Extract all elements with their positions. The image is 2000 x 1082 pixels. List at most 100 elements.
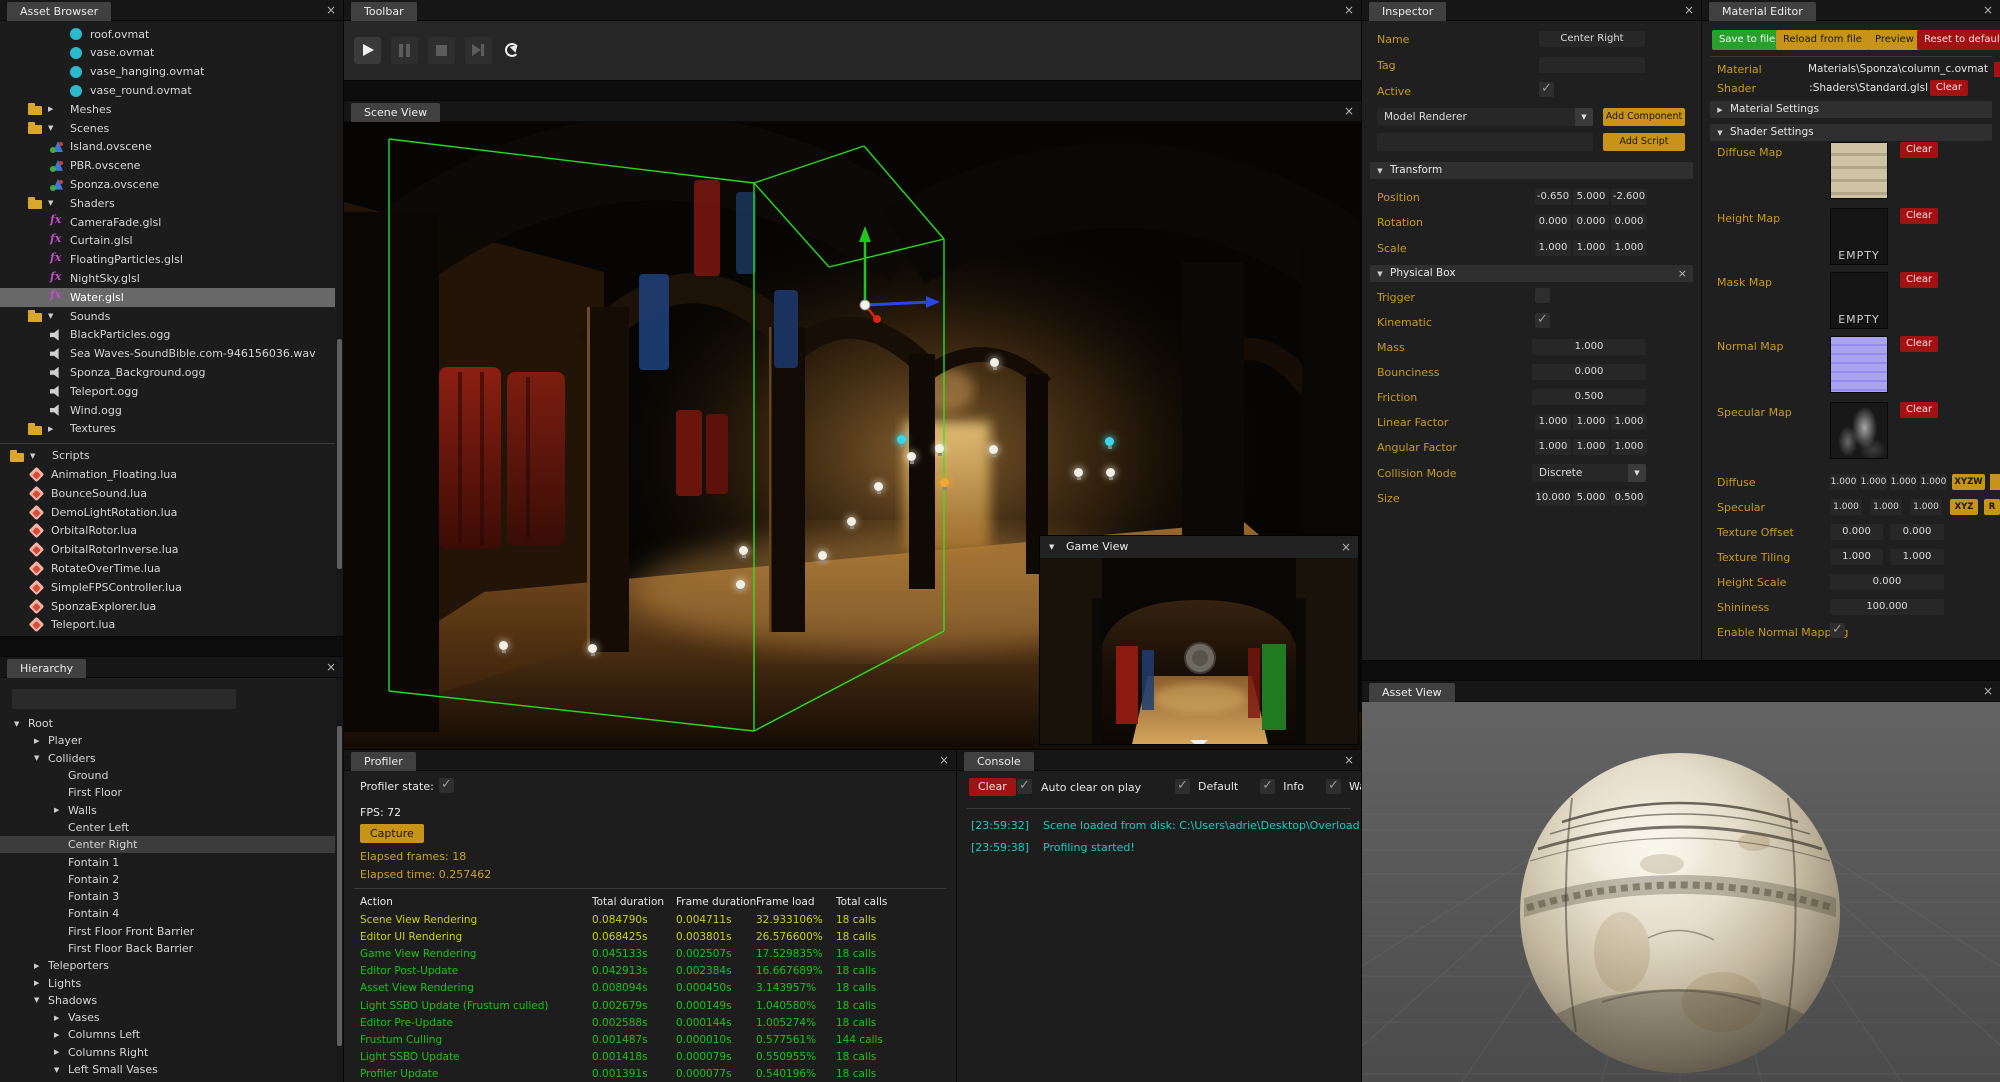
diffuse-z-input[interactable]: 1.000 [1890, 474, 1917, 490]
asset-item[interactable]: roof.ovmat [0, 25, 335, 44]
scale-y-input[interactable]: 1.000 [1573, 240, 1609, 256]
filter-checkbox[interactable] [1326, 779, 1341, 794]
profiler-row[interactable]: Light SSBO Update (Frustum culled) 0.002… [344, 997, 956, 1014]
asset-item[interactable]: Wind.ogg [0, 401, 335, 420]
expand-arrow-icon[interactable]: ▶ [54, 806, 68, 814]
light-gizmo-icon[interactable] [907, 452, 916, 461]
hierarchy-item[interactable]: ▼ Left Small Vases [0, 1061, 335, 1078]
asset-item[interactable]: ▼ Sounds [0, 307, 335, 326]
asset-item[interactable]: RotateOverTime.lua [0, 559, 335, 578]
asset-item[interactable]: Teleport.lua [0, 616, 335, 635]
hierarchy-item[interactable]: ▶ Teleporters [0, 957, 335, 974]
asset-browser-scrollbar[interactable] [336, 21, 343, 636]
specular-swizzle-button[interactable]: XYZ [1950, 499, 1978, 515]
height-map-thumbnail[interactable]: EMPTY [1830, 208, 1888, 265]
light-gizmo-icon[interactable] [874, 482, 883, 491]
asset-item[interactable]: Water.glsl [0, 288, 335, 307]
asset-item[interactable]: Sea Waves-SoundBible.com-946156036.wav [0, 344, 335, 363]
asset-item[interactable]: Sponza_Background.ogg [0, 363, 335, 382]
asset-item[interactable]: vase_hanging.ovmat [0, 62, 335, 81]
kinematic-checkbox[interactable] [1535, 313, 1550, 328]
hierarchy-item[interactable]: ▶ Columns Right [0, 1044, 335, 1061]
diffuse-y-input[interactable]: 1.000 [1860, 474, 1887, 490]
normal-map-thumbnail[interactable] [1830, 336, 1888, 393]
asset-item[interactable]: vase.ovmat [0, 44, 335, 63]
color-picker-button-clipped[interactable]: R [1984, 499, 2000, 515]
expand-arrow-icon[interactable]: ▶ [34, 962, 48, 970]
tab-asset-browser[interactable]: Asset Browser [7, 2, 111, 21]
transform-section-header[interactable]: ▼Transform [1370, 162, 1693, 179]
asset-item[interactable]: vase_round.ovmat [0, 81, 335, 100]
light-gizmo-icon[interactable] [818, 551, 827, 560]
asset-item[interactable]: ▼ Shaders [0, 194, 335, 213]
texture-offset-y-input[interactable]: 0.000 [1890, 524, 1944, 540]
stop-button[interactable] [428, 37, 455, 64]
diffuse-swizzle-button[interactable]: XYZW [1952, 474, 1985, 490]
game-view-render[interactable] [1040, 558, 1358, 744]
hierarchy-item[interactable]: ▶ Lights [0, 974, 335, 991]
auto-clear-checkbox[interactable] [1017, 779, 1032, 794]
tab-profiler[interactable]: Profiler [351, 752, 416, 771]
asset-item[interactable]: Curtain.glsl [0, 232, 335, 251]
texture-tiling-x-input[interactable]: 1.000 [1830, 549, 1883, 565]
asset-item[interactable]: BlackParticles.ogg [0, 326, 335, 345]
asset-item[interactable]: Island.ovscene [0, 138, 335, 157]
close-icon[interactable]: × [1341, 540, 1351, 554]
enable-normal-mapping-checkbox[interactable] [1830, 623, 1845, 638]
rotation-x-input[interactable]: 0.000 [1535, 214, 1571, 230]
asset-item[interactable]: OrbitalRotorInverse.lua [0, 540, 335, 559]
color-picker-button-clipped[interactable] [1990, 474, 2000, 490]
diffuse-x-input[interactable]: 1.000 [1830, 474, 1857, 490]
asset-item[interactable]: NightSky.glsl [0, 269, 335, 288]
light-gizmo-icon[interactable] [499, 641, 508, 650]
hierarchy-item[interactable]: ▶ Vases [0, 1009, 335, 1026]
console-log-entry[interactable]: [23:59:32] Scene loaded from disk: C:\Us… [971, 814, 1361, 836]
profiler-row[interactable]: Frustum Culling 0.001487s 0.000010s 0.57… [344, 1031, 956, 1048]
scale-z-input[interactable]: 1.000 [1611, 240, 1647, 256]
rotation-y-input[interactable]: 0.000 [1573, 214, 1609, 230]
tab-hierarchy[interactable]: Hierarchy [7, 659, 86, 678]
tab-scene-view[interactable]: Scene View [351, 103, 440, 122]
physical-box-section-header[interactable]: ▼Physical Box× [1370, 265, 1693, 282]
clear-button-clipped[interactable] [1994, 62, 2000, 77]
hierarchy-item[interactable]: ▶ Walls [0, 801, 335, 818]
close-icon[interactable]: × [939, 753, 949, 767]
scale-x-input[interactable]: 1.000 [1535, 240, 1571, 256]
hierarchy-item[interactable]: Ground [0, 767, 335, 784]
hierarchy-item[interactable]: ▼ Colliders [0, 750, 335, 767]
mask-map-thumbnail[interactable]: EMPTY [1830, 272, 1888, 329]
expand-arrow-icon[interactable]: ▶ [48, 105, 70, 113]
light-gizmo-icon[interactable] [897, 435, 906, 444]
asset-item[interactable] [0, 438, 335, 444]
pause-button[interactable] [391, 37, 418, 64]
hierarchy-item[interactable]: First Floor [0, 784, 335, 801]
height-scale-input[interactable]: 0.000 [1830, 574, 1944, 590]
diffuse-map-clear-button[interactable]: Clear [1900, 142, 1938, 158]
add-component-button[interactable]: Add Component [1603, 108, 1685, 126]
light-gizmo-icon[interactable] [1105, 437, 1114, 446]
profiler-row[interactable]: Game View Rendering 0.045133s 0.002507s … [344, 945, 956, 962]
light-gizmo-icon[interactable] [1106, 468, 1115, 477]
profiler-row[interactable]: Profiler Update 0.001391s 0.000077s 0.54… [344, 1066, 956, 1082]
size-x-input[interactable]: 10.000 [1535, 490, 1571, 506]
linear-factor-y-input[interactable]: 1.000 [1573, 414, 1609, 430]
angular-factor-x-input[interactable]: 1.000 [1535, 439, 1571, 455]
material-settings-header[interactable]: ▶Material Settings [1710, 101, 1992, 118]
linear-factor-x-input[interactable]: 1.000 [1535, 414, 1571, 430]
light-gizmo-icon[interactable] [588, 644, 597, 653]
filter-toggle[interactable]: Warning [1326, 779, 1361, 794]
component-select[interactable]: Model Renderer▼ [1377, 108, 1593, 126]
close-icon[interactable]: × [1344, 753, 1354, 767]
expand-arrow-icon[interactable]: ▼ [48, 124, 70, 132]
profiler-row[interactable]: Scene View Rendering 0.084790s 0.004711s… [344, 911, 956, 928]
tab-material-editor[interactable]: Material Editor [1709, 2, 1816, 21]
expand-arrow-icon[interactable]: ▼ [34, 996, 48, 1004]
asset-item[interactable]: DemoLightRotation.lua [0, 503, 335, 522]
tab-console[interactable]: Console [964, 752, 1034, 771]
profiler-row[interactable]: Asset View Rendering 0.008094s 0.000450s… [344, 980, 956, 997]
hierarchy-item[interactable]: Center Left [0, 819, 335, 836]
light-gizmo-icon[interactable] [990, 358, 999, 367]
expand-arrow-icon[interactable]: ▶ [54, 1014, 68, 1022]
asset-item[interactable]: CameraFade.glsl [0, 213, 335, 232]
filter-toggle[interactable]: Default [1175, 779, 1238, 794]
